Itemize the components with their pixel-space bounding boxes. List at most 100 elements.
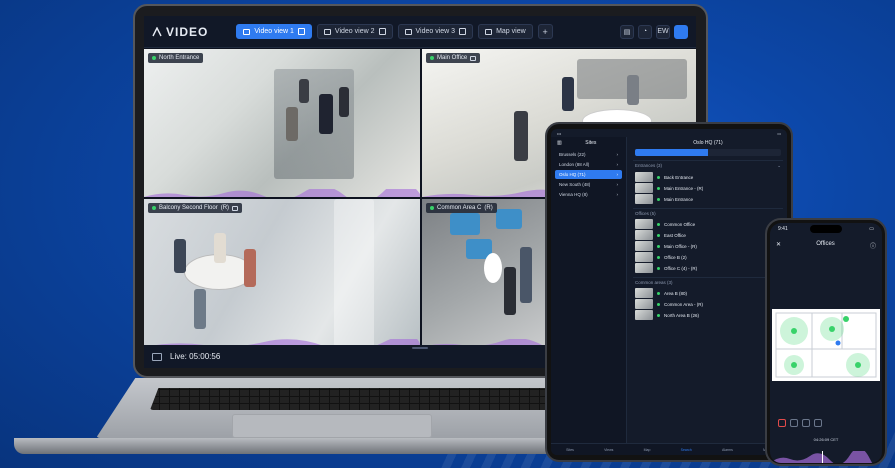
- camera-thumbnail: [635, 219, 653, 229]
- table: [484, 253, 502, 283]
- camera-thumbnail: [635, 241, 653, 251]
- bell-icon[interactable]: ◔: [638, 24, 652, 39]
- phone-header: ✕ Offices ⓘ: [770, 235, 882, 250]
- status-dot: [657, 175, 660, 179]
- camera-list-item[interactable]: Common Area - (R): [635, 299, 781, 309]
- add-tab-button[interactable]: +: [537, 24, 553, 39]
- camera-list-item[interactable]: Back Entrance: [635, 172, 781, 182]
- camera-list-item[interactable]: Main Office - (R): [635, 241, 781, 251]
- nav-sites[interactable]: Sites: [566, 448, 574, 452]
- tab-map-view[interactable]: Map view: [478, 24, 533, 39]
- site-item-vienna[interactable]: Vienna HQ (8) ›: [555, 190, 622, 199]
- status-dot: [657, 233, 660, 237]
- camera-list-item[interactable]: Main Entrance: [635, 194, 781, 204]
- video-icon: [404, 28, 412, 35]
- camera-name: Main Entrance: [664, 196, 694, 202]
- tab-label: Video view 2: [334, 28, 375, 35]
- play-button[interactable]: [802, 419, 810, 427]
- site-name: Vienna HQ (8): [559, 192, 588, 197]
- nav-search[interactable]: Search: [681, 448, 692, 452]
- grid-icon: [459, 28, 467, 35]
- camera-thumbnail: [635, 183, 653, 193]
- camera-tile-north-entrance[interactable]: North Entrance: [144, 49, 420, 197]
- fullscreen-icon[interactable]: [470, 55, 477, 61]
- site-item-brussels[interactable]: Brussels (22) ›: [555, 150, 622, 159]
- nav-map[interactable]: Map: [644, 448, 651, 452]
- camera-tag: (R): [484, 205, 493, 211]
- layout-icon[interactable]: [152, 352, 162, 361]
- site-item-london[interactable]: London (88 All) ›: [555, 160, 622, 169]
- tab-label: Video view 3: [415, 28, 456, 35]
- settings-icon[interactable]: [674, 24, 688, 39]
- site-name: Brussels (22): [559, 152, 586, 157]
- section-header[interactable]: Common areas (3): [633, 277, 783, 287]
- camera-thumbnail: [635, 230, 653, 240]
- glass-wall: [334, 199, 374, 347]
- nav-views[interactable]: Views: [604, 448, 613, 452]
- document-icon[interactable]: ▤: [620, 24, 634, 39]
- resize-handle[interactable]: [412, 347, 428, 349]
- chevron-right-icon: ›: [616, 182, 619, 187]
- view-toggle[interactable]: [635, 149, 781, 156]
- phone-playback-controls: [770, 419, 882, 427]
- camera-thumbnail: [635, 310, 653, 320]
- camera-list-item[interactable]: East Office: [635, 230, 781, 240]
- camera-list-item[interactable]: Area B (80): [635, 288, 781, 298]
- phone-timeline[interactable]: [770, 451, 882, 463]
- forward-button[interactable]: [814, 419, 822, 427]
- site-item-oslo[interactable]: Oslo HQ (71) ›: [555, 170, 622, 179]
- chevron-down-icon: ⌄: [777, 163, 781, 168]
- person-figure: [504, 267, 516, 315]
- camera-name: North Entrance: [159, 55, 200, 61]
- keyboard: [150, 388, 570, 410]
- timeline-cursor: [822, 451, 823, 463]
- chevron-right-icon: ›: [616, 172, 619, 177]
- camera-thumbnail: [635, 194, 653, 204]
- person-figure: [286, 107, 298, 141]
- camera-name: Main Office: [437, 55, 468, 61]
- camera-tile-balcony[interactable]: Balcony Second Floor (R): [144, 199, 420, 347]
- chevron-right-icon: ›: [616, 192, 619, 197]
- status-dot: [430, 56, 434, 60]
- camera-list-item[interactable]: North Area B (26): [635, 310, 781, 320]
- tab-video-view-3[interactable]: Video view 3: [397, 24, 474, 39]
- camera-list-item[interactable]: Office C (4) - (R): [635, 263, 781, 273]
- camera-label: Balcony Second Floor (R): [148, 203, 243, 213]
- user-avatar[interactable]: EW: [656, 24, 670, 39]
- info-icon[interactable]: ⓘ: [870, 241, 876, 250]
- camera-label: North Entrance: [148, 53, 204, 63]
- rewind-button[interactable]: [790, 419, 798, 427]
- section-header[interactable]: Offices (5): [633, 208, 783, 218]
- person-figure: [514, 111, 528, 161]
- section-header[interactable]: Entrances (3) ⌄: [633, 160, 783, 171]
- person-figure: [627, 75, 639, 105]
- camera-thumbnail: [635, 172, 653, 182]
- section-title: Entrances (3): [635, 163, 663, 168]
- playback-time: 04:26:09 CET: [813, 437, 839, 442]
- tab-video-view-1[interactable]: Video view 1: [236, 24, 312, 39]
- nav-alarms[interactable]: Alarms: [722, 448, 733, 452]
- grid-icon: [378, 28, 386, 35]
- site-item-new-south[interactable]: New South (48) ›: [555, 180, 622, 189]
- camera-name: North Area B (26): [664, 312, 700, 318]
- grid-view-option[interactable]: [635, 149, 708, 156]
- status-dot: [657, 222, 660, 226]
- sidebar-icon[interactable]: ▥: [557, 140, 562, 146]
- camera-name: Office B (2): [664, 254, 687, 260]
- list-view-option[interactable]: [708, 149, 781, 156]
- tab-label: Map view: [496, 28, 526, 35]
- record-button[interactable]: [778, 419, 786, 427]
- fullscreen-icon[interactable]: [232, 205, 239, 211]
- chevron-right-icon: ›: [616, 152, 619, 157]
- status-dot: [657, 291, 660, 295]
- camera-list-item[interactable]: Common Office: [635, 219, 781, 229]
- tab-video-view-2[interactable]: Video view 2: [316, 24, 393, 39]
- camera-list-item[interactable]: Office B (2): [635, 252, 781, 262]
- person-figure: [214, 233, 226, 263]
- close-icon[interactable]: ✕: [776, 241, 781, 250]
- person-figure: [562, 77, 574, 111]
- panel-title: Oslo HQ (71): [693, 140, 723, 146]
- video-icon: [323, 28, 331, 35]
- camera-list-item[interactable]: Main Entrance - (R): [635, 183, 781, 193]
- floor-plan-map[interactable]: [772, 309, 880, 381]
